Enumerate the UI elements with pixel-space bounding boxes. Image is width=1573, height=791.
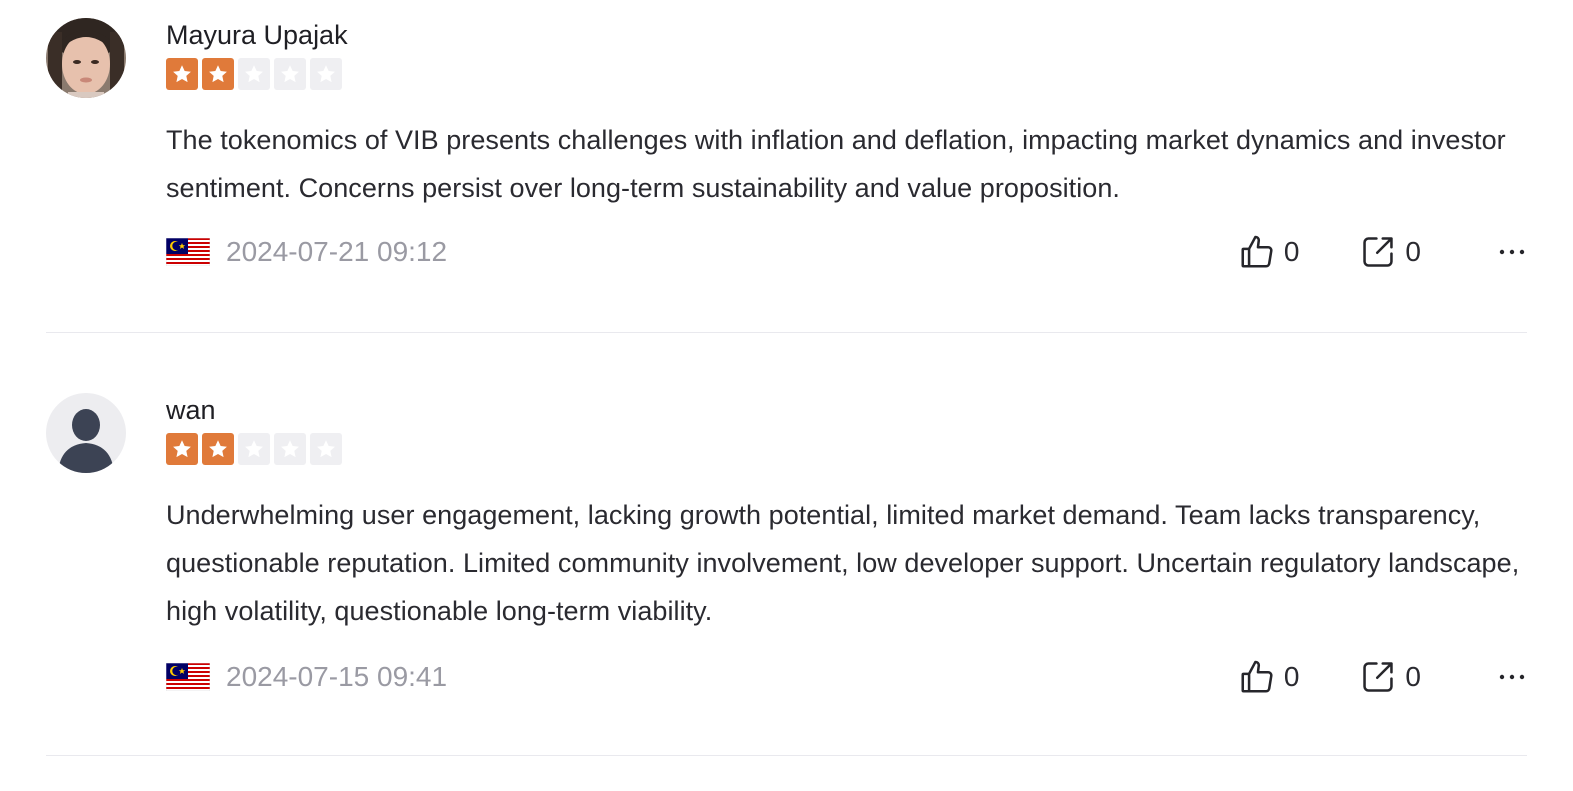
username[interactable]: Mayura Upajak <box>166 18 1527 54</box>
star-empty-icon <box>274 433 306 465</box>
star-filled-icon <box>166 433 198 465</box>
user-photo-avatar <box>46 18 126 98</box>
review-actions: 0 0 <box>1238 657 1527 697</box>
like-button[interactable]: 0 <box>1238 233 1300 271</box>
review-meta: 2024-07-21 09:12 0 0 <box>166 232 1527 272</box>
review-date: 2024-07-21 09:12 <box>226 236 448 267</box>
reviews-list: Mayura Upajak The tokenomics of VIB pres… <box>0 0 1573 791</box>
star-empty-icon <box>274 58 306 90</box>
review-card: wan Underwhelming user engagement, lacki… <box>46 393 1527 756</box>
review-card: Mayura Upajak The tokenomics of VIB pres… <box>46 18 1527 333</box>
review-text: The tokenomics of VIB presents challenge… <box>166 125 1506 203</box>
star-filled-icon <box>166 58 198 90</box>
like-button[interactable]: 0 <box>1238 658 1300 696</box>
star-empty-icon <box>310 433 342 465</box>
review-content: Mayura Upajak The tokenomics of VIB pres… <box>166 18 1527 268</box>
like-count: 0 <box>1283 236 1300 267</box>
username[interactable]: wan <box>166 393 1527 429</box>
more-options-button[interactable] <box>1497 237 1527 267</box>
more-options-button[interactable] <box>1497 662 1527 692</box>
malaysia-flag-icon <box>166 238 210 266</box>
user-avatar[interactable] <box>46 393 126 473</box>
more-horizontal-icon <box>1499 674 1525 680</box>
share-icon <box>1363 662 1394 692</box>
share-count: 0 <box>1405 661 1421 692</box>
review-date: 2024-07-15 09:41 <box>226 661 448 692</box>
star-empty-icon <box>310 58 342 90</box>
default-user-avatar <box>46 393 126 473</box>
share-icon <box>1363 237 1394 267</box>
star-rating <box>166 433 1527 465</box>
review-actions: 0 0 <box>1238 232 1527 272</box>
share-button[interactable]: 0 <box>1359 658 1421 696</box>
like-count: 0 <box>1283 661 1300 692</box>
malaysia-flag-icon <box>166 663 210 691</box>
review-content: wan Underwhelming user engagement, lacki… <box>166 393 1527 693</box>
star-rating <box>166 58 1527 90</box>
review-text: Underwhelming user engagement, lacking g… <box>166 500 1520 626</box>
share-button[interactable]: 0 <box>1359 233 1421 271</box>
star-empty-icon <box>238 433 270 465</box>
star-empty-icon <box>238 58 270 90</box>
share-count: 0 <box>1405 236 1421 267</box>
more-horizontal-icon <box>1499 249 1525 255</box>
star-filled-icon <box>202 433 234 465</box>
thumbs-up-icon <box>1241 235 1273 268</box>
review-meta: 2024-07-15 09:41 0 0 <box>166 657 1527 697</box>
thumbs-up-icon <box>1241 660 1273 693</box>
user-avatar[interactable] <box>46 18 126 98</box>
star-filled-icon <box>202 58 234 90</box>
